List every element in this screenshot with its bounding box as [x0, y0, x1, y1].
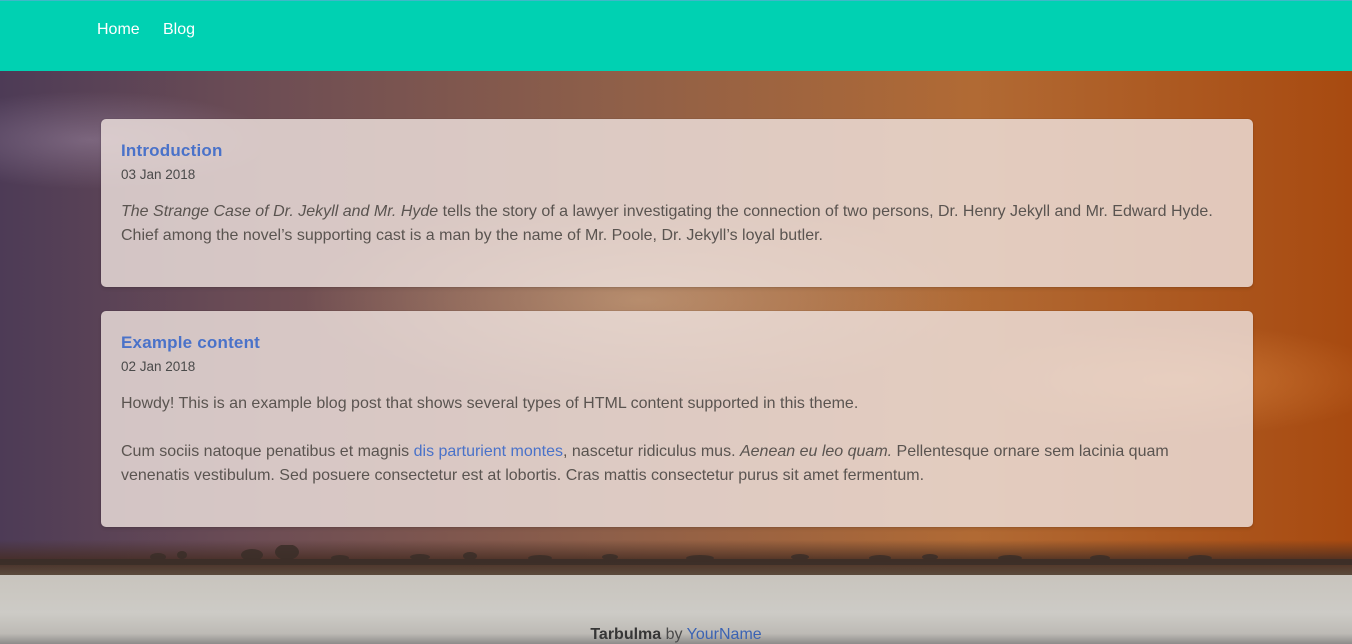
nav-blog-link[interactable]: Blog	[163, 19, 195, 41]
book-title-emphasis: The Strange Case of Dr. Jekyll and Mr. H…	[121, 203, 439, 220]
emphasis-text: Aenean eu leo quam.	[739, 443, 893, 460]
post-date: 03 Jan 2018	[121, 167, 196, 182]
inline-link[interactable]: dis parturient montes	[414, 443, 563, 460]
background-treeline	[0, 545, 1352, 565]
post-card-example-content: Example content 02 Jan 2018 Howdy! This …	[101, 311, 1253, 527]
footer-brand: Tarbulma	[590, 626, 662, 643]
footer-author-link[interactable]: YourName	[687, 626, 762, 643]
post-excerpt: The Strange Case of Dr. Jekyll and Mr. H…	[121, 200, 1233, 248]
paragraph-text: , nascetur ridiculus mus.	[563, 443, 740, 460]
post-excerpt: Howdy! This is an example blog post that…	[121, 392, 1233, 488]
footer-credit: Tarbulma by YourName	[0, 624, 1352, 644]
post-paragraph: Howdy! This is an example blog post that…	[121, 395, 859, 412]
post-card-introduction: Introduction 03 Jan 2018 The Strange Cas…	[101, 119, 1253, 287]
footer-by-text: by	[661, 626, 687, 643]
nav-home-link[interactable]: Home	[97, 19, 140, 41]
post-date: 02 Jan 2018	[121, 359, 196, 374]
post-title-link[interactable]: Introduction	[121, 139, 1233, 163]
post-paragraph: The Strange Case of Dr. Jekyll and Mr. H…	[121, 200, 1233, 248]
navbar: Home Blog	[0, 0, 1352, 71]
post-paragraph: Cum sociis natoque penatibus et magnis d…	[121, 440, 1233, 488]
post-title-link[interactable]: Example content	[121, 331, 1233, 355]
page: Home Blog Introduction 03 Jan 2018 The S…	[0, 0, 1352, 644]
paragraph-text: Cum sociis natoque penatibus et magnis	[121, 443, 414, 460]
